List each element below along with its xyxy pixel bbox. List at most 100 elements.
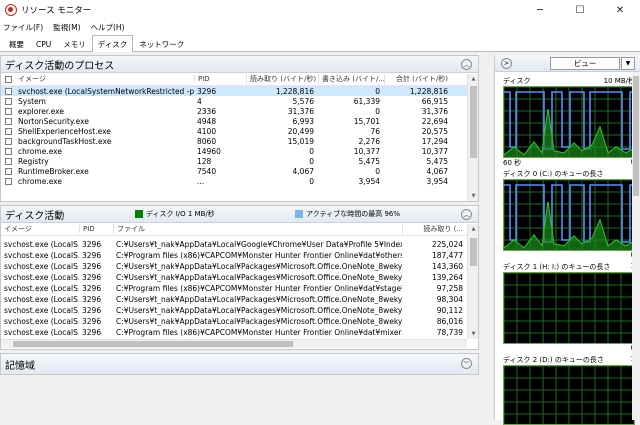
table-row[interactable]: System 4 5,576 61,339 66,915 bbox=[1, 96, 467, 106]
tab-cpu[interactable]: CPU bbox=[30, 36, 57, 51]
tab-overview[interactable]: 概要 bbox=[3, 36, 30, 51]
row-checkbox[interactable] bbox=[5, 147, 12, 155]
row-checkbox[interactable] bbox=[5, 157, 12, 165]
cell-read: 20,499 bbox=[287, 126, 314, 136]
cell-read: 4,067 bbox=[292, 166, 314, 176]
col-read[interactable]: 読み取り (... bbox=[402, 224, 467, 234]
activity-hscrollbar[interactable] bbox=[1, 339, 467, 348]
scroll-down-icon[interactable]: ▼ bbox=[468, 191, 479, 201]
row-checkbox[interactable] bbox=[5, 127, 12, 135]
cell-read: 6,993 bbox=[292, 116, 314, 126]
minimize-button[interactable]: ─ bbox=[520, 0, 560, 20]
disk-graph bbox=[503, 179, 635, 251]
row-checkbox[interactable] bbox=[5, 97, 12, 105]
table-row[interactable]: svchost.exe (LocalS... 3296 C:¥Program fil… bbox=[1, 250, 467, 261]
cell-pid: 14960 bbox=[197, 146, 221, 156]
col-image[interactable]: イメージ bbox=[1, 224, 79, 234]
scroll-down-icon[interactable]: ▼ bbox=[468, 329, 479, 339]
scroll-thumb[interactable] bbox=[633, 76, 639, 196]
menu-file[interactable]: ファイル(F) bbox=[3, 22, 43, 33]
graph-label: ディスク 0 (C:) のキューの長さ bbox=[503, 170, 604, 178]
collapse-icon[interactable]: ︿ bbox=[461, 209, 472, 220]
graph-title-row: ディスク 0 (C:) のキューの長さ bbox=[503, 169, 635, 179]
section-header[interactable]: 記憶域 ﹀ bbox=[1, 354, 478, 374]
graph-footer: 0 bbox=[503, 251, 635, 259]
collapse-icon[interactable]: ︿ bbox=[461, 59, 472, 70]
table-row[interactable]: svchost.exe (LocalS... 3296 C:¥Users¥t_nak… bbox=[1, 316, 467, 327]
row-checkbox[interactable] bbox=[5, 137, 12, 145]
cell-total: 20,575 bbox=[421, 126, 448, 136]
cell-image: svchost.exe (LocalS... bbox=[4, 328, 79, 337]
chevron-down-icon[interactable]: ▼ bbox=[621, 57, 635, 70]
select-all-checkbox[interactable] bbox=[5, 75, 12, 83]
scroll-thumb[interactable] bbox=[470, 238, 477, 266]
col-write[interactable]: 書き込み (バイト/... bbox=[318, 74, 384, 84]
table-row[interactable]: explorer.exe 2336 31,376 0 31,376 bbox=[1, 106, 467, 116]
tab-memory[interactable]: メモリ bbox=[57, 36, 92, 51]
scroll-thumb[interactable] bbox=[470, 86, 477, 158]
section-title: ディスク活動のプロセス bbox=[5, 60, 115, 72]
table-row[interactable]: svchost.exe (LocalS... 3296 C:¥Program fil… bbox=[1, 327, 467, 337]
menu-bar: ファイル(F) 監視(M) ヘルプ(H) bbox=[0, 20, 640, 34]
row-checkbox[interactable] bbox=[5, 167, 12, 175]
cell-read: 78,739 bbox=[436, 328, 463, 337]
row-checkbox[interactable] bbox=[5, 87, 12, 95]
table-row[interactable]: chrome.exe 14960 0 10,377 10,377 bbox=[1, 146, 467, 156]
process-scrollbar[interactable]: ▲ ▼ bbox=[467, 74, 478, 201]
table-row[interactable]: svchost.exe (LocalS... 3296 C:¥Users¥t_nak… bbox=[1, 305, 467, 316]
table-row[interactable]: Registry 128 0 5,475 5,475 bbox=[1, 156, 467, 166]
cell-pid: 2336 bbox=[197, 106, 217, 116]
disk-activity-section: ディスク活動 ディスク I/O 1 MB/秒 アクティブな時間の最高 96% ︿… bbox=[0, 205, 479, 350]
cell-image: backgroundTaskHost.exe bbox=[18, 136, 112, 146]
cell-pid: 4100 bbox=[197, 126, 217, 136]
cell-pid: 3296 bbox=[82, 306, 102, 315]
view-button[interactable]: ビュー bbox=[550, 57, 620, 70]
col-pid[interactable]: PID bbox=[79, 225, 113, 233]
maximize-button[interactable]: ☐ bbox=[560, 0, 600, 20]
row-checkbox[interactable] bbox=[5, 177, 12, 185]
table-row[interactable]: svchost.exe (LocalS... 3296 C:¥Users¥t_nak… bbox=[1, 239, 467, 250]
table-row[interactable]: svchost.exe (LocalS... 3296 C:¥Program fil… bbox=[1, 283, 467, 294]
cell-image: RuntimeBroker.exe bbox=[18, 166, 89, 176]
col-total[interactable]: 合計 (バイト/秒) bbox=[384, 74, 452, 84]
window-title: リソース モニター bbox=[21, 6, 92, 16]
tab-disk[interactable]: ディスク bbox=[91, 35, 134, 52]
close-button[interactable]: ✕ bbox=[600, 0, 640, 20]
col-pid[interactable]: PID bbox=[194, 75, 246, 83]
table-row[interactable]: ShellExperienceHost.exe 4100 20,499 76 20,57… bbox=[1, 126, 467, 136]
tab-network[interactable]: ネットワーク bbox=[133, 36, 190, 51]
cell-read: 98,304 bbox=[436, 295, 463, 304]
chevron-right-icon[interactable]: > bbox=[501, 58, 512, 69]
col-file[interactable]: ファイル bbox=[113, 224, 402, 234]
col-read[interactable]: 読み取り (バイト/秒) bbox=[246, 74, 318, 84]
menu-help[interactable]: ヘルプ(H) bbox=[91, 22, 125, 33]
table-row[interactable]: backgroundTaskHost.exe 8060 15,019 2,276 17,… bbox=[1, 136, 467, 146]
resource-monitor-icon bbox=[5, 4, 17, 16]
scroll-up-icon[interactable]: ▲ bbox=[468, 74, 479, 84]
table-row[interactable]: svchost.exe (LocalS... 3296 C:¥Users¥t_nak… bbox=[1, 294, 467, 305]
table-row[interactable]: svchost.exe (LocalS... 3296 C:¥Users¥t_nak… bbox=[1, 272, 467, 283]
cell-file: C:¥Program files (x86)¥CAPCOM¥Monster Hu… bbox=[116, 328, 402, 337]
activity-scrollbar[interactable]: ▲ ▼ bbox=[467, 224, 478, 339]
row-checkbox[interactable] bbox=[5, 107, 12, 115]
cell-total: 17,294 bbox=[421, 136, 448, 146]
col-image[interactable]: イメージ bbox=[15, 74, 194, 84]
table-row[interactable]: RuntimeBroker.exe 7540 4,067 0 4,067 bbox=[1, 166, 467, 176]
row-checkbox[interactable] bbox=[5, 117, 12, 125]
graph-scrollbar[interactable] bbox=[632, 72, 640, 420]
table-row[interactable]: chrome.exe... 0 3,954 3,954 bbox=[1, 176, 467, 186]
section-header[interactable]: ディスク活動 ディスク I/O 1 MB/秒 アクティブな時間の最高 96% ︿ bbox=[1, 206, 478, 223]
section-header[interactable]: ディスク活動のプロセス ︿ bbox=[1, 56, 478, 73]
cell-pid: 3296 bbox=[82, 317, 102, 326]
graph-footer: 0 bbox=[503, 344, 635, 352]
expand-icon[interactable]: ﹀ bbox=[461, 358, 472, 369]
cell-read: 86,016 bbox=[436, 317, 463, 326]
table-row[interactable]: svchost.exe (LocalSystemNetworkRestricte… bbox=[1, 86, 467, 96]
table-row[interactable]: NortonSecurity.exe 4948 6,993 15,701 22,694 bbox=[1, 116, 467, 126]
menu-monitor[interactable]: 監視(M) bbox=[53, 22, 80, 33]
cell-pid: 3296 bbox=[82, 251, 102, 260]
hscroll-thumb[interactable] bbox=[13, 341, 293, 347]
cell-file: C:¥Users¥t_nak¥AppData¥Local¥Packages¥Mi… bbox=[116, 317, 402, 326]
table-row[interactable]: svchost.exe (LocalS... 3296 C:¥Users¥t_nak… bbox=[1, 261, 467, 272]
scroll-up-icon[interactable]: ▲ bbox=[468, 224, 479, 234]
